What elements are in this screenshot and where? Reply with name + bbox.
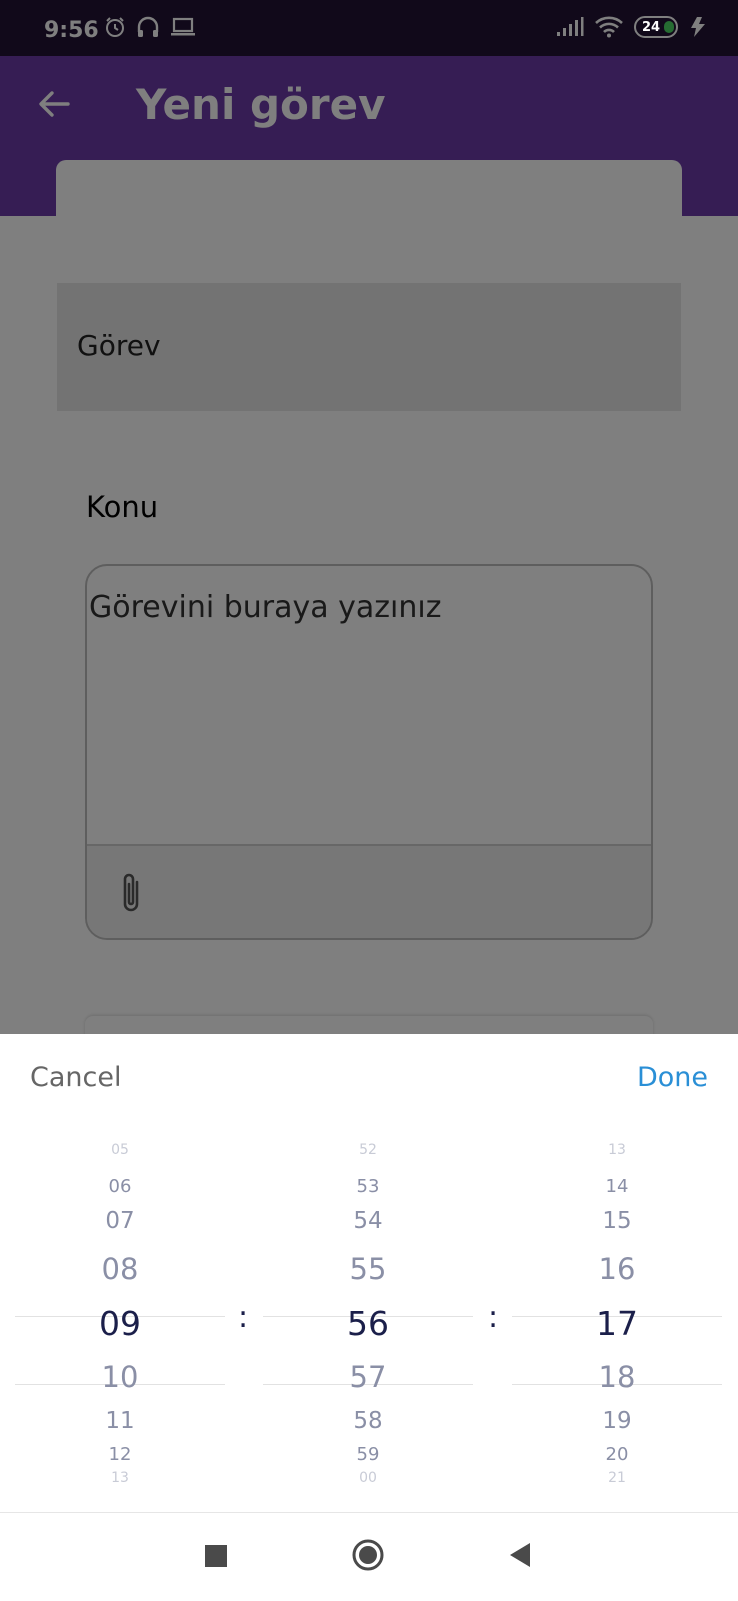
time-picker-sheet: Cancel Done 05 06 07 08 09 10 11 12 13 :… [0, 1034, 738, 1512]
second-wheel[interactable]: 13 14 15 16 17 18 19 20 21 [512, 1130, 722, 1510]
battery-level: 24 [641, 19, 661, 35]
minute-option: 59 [356, 1444, 380, 1465]
modal-scrim[interactable] [0, 0, 738, 1034]
second-option: 18 [598, 1360, 636, 1394]
minute-selected: 56 [347, 1304, 389, 1343]
cancel-button[interactable]: Cancel [30, 1062, 121, 1093]
second-option: 14 [605, 1176, 629, 1197]
second-option: 15 [602, 1208, 632, 1234]
done-button[interactable]: Done [637, 1062, 708, 1093]
system-nav-bar [0, 1512, 738, 1601]
hour-wheel[interactable]: 05 06 07 08 09 10 11 12 13 [15, 1130, 225, 1510]
recents-square-icon[interactable] [205, 1545, 227, 1567]
hour-option: 06 [108, 1176, 132, 1197]
hour-option: 10 [101, 1360, 139, 1394]
back-triangle-icon[interactable] [508, 1541, 532, 1569]
minute-option: 52 [359, 1142, 377, 1158]
hour-selected: 09 [99, 1304, 141, 1343]
second-option: 13 [608, 1142, 626, 1158]
hour-option: 08 [101, 1252, 139, 1286]
hour-option: 12 [108, 1444, 132, 1465]
time-separator: : [488, 1300, 499, 1335]
page: 9:56 24 Yeni görev Görev Konu Görevini b… [0, 0, 738, 1601]
hour-option: 05 [111, 1142, 129, 1158]
hour-option: 11 [105, 1408, 135, 1434]
minute-option: 55 [349, 1252, 387, 1286]
home-circle-icon[interactable] [352, 1539, 384, 1571]
time-separator: : [238, 1300, 249, 1335]
second-option: 21 [608, 1470, 626, 1486]
hour-option: 13 [111, 1470, 129, 1486]
hour-option: 07 [105, 1208, 135, 1234]
minute-option: 54 [353, 1208, 383, 1234]
minute-option: 58 [353, 1408, 383, 1434]
minute-option: 00 [359, 1470, 377, 1486]
second-option: 19 [602, 1408, 632, 1434]
minute-wheel[interactable]: 52 53 54 55 56 57 58 59 00 [263, 1130, 473, 1510]
second-option: 16 [598, 1252, 636, 1286]
minute-option: 57 [349, 1360, 387, 1394]
minute-option: 53 [356, 1176, 380, 1197]
second-option: 20 [605, 1444, 629, 1465]
second-selected: 17 [596, 1304, 638, 1343]
